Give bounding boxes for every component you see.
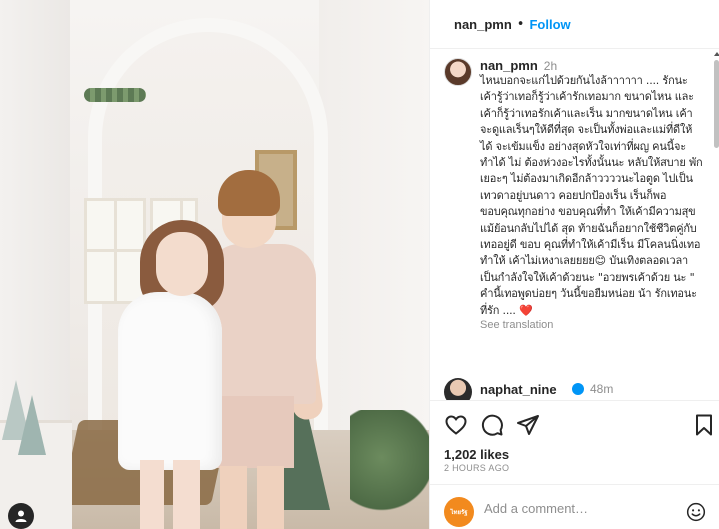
avatar[interactable] [444, 378, 472, 400]
bookmark-icon[interactable] [692, 413, 716, 437]
christmas-tree [18, 395, 46, 455]
comment-preview: naphat_nine 48m [444, 378, 714, 400]
plant [350, 410, 429, 529]
see-translation-link[interactable]: See translation [480, 319, 704, 331]
post-photo[interactable] [0, 0, 429, 529]
window [84, 198, 146, 304]
caption-username[interactable]: nan_pmn [480, 58, 538, 73]
comment-username[interactable]: naphat_nine [480, 382, 557, 397]
scrollbar-thumb[interactable] [714, 60, 719, 148]
comment-input[interactable] [484, 501, 674, 516]
action-bar: 1,202 likes 2 HOURS AGO [430, 400, 719, 484]
verified-badge-icon [572, 383, 584, 395]
user-icon [15, 510, 27, 522]
avatar: ไทยรัฐ [444, 497, 474, 527]
follow-button[interactable]: Follow [529, 17, 570, 32]
author-username[interactable]: nan_pmn [454, 17, 512, 32]
caption-text: ไหนบอกจะแก่ไปด้วยกันไงล้าาาาาา .... รักน… [480, 74, 706, 317]
avatar[interactable] [444, 58, 472, 86]
post-details-panel: nan_pmn • Follow nan_pmn 2h ไหนบอกจะแก่ไป… [429, 0, 719, 529]
caption-time: 2h [543, 59, 558, 73]
post-time: 2 HOURS AGO [444, 463, 510, 473]
comment-icon[interactable] [480, 413, 504, 437]
add-comment-bar: ไทยรัฐ [430, 484, 719, 529]
comment-time: 48m [590, 382, 614, 396]
post-header: nan_pmn • Follow [430, 0, 719, 49]
likes-count[interactable]: 1,202 likes [444, 447, 509, 462]
woman-figure [118, 292, 222, 470]
heart-icon[interactable] [444, 413, 468, 437]
paper-plane-icon[interactable] [516, 413, 540, 437]
scroll-up-arrow-icon[interactable] [714, 52, 719, 56]
garland [84, 88, 146, 102]
smiley-icon[interactable] [686, 502, 706, 522]
tagged-users-button[interactable] [8, 503, 34, 529]
separator-dot: • [516, 16, 525, 32]
